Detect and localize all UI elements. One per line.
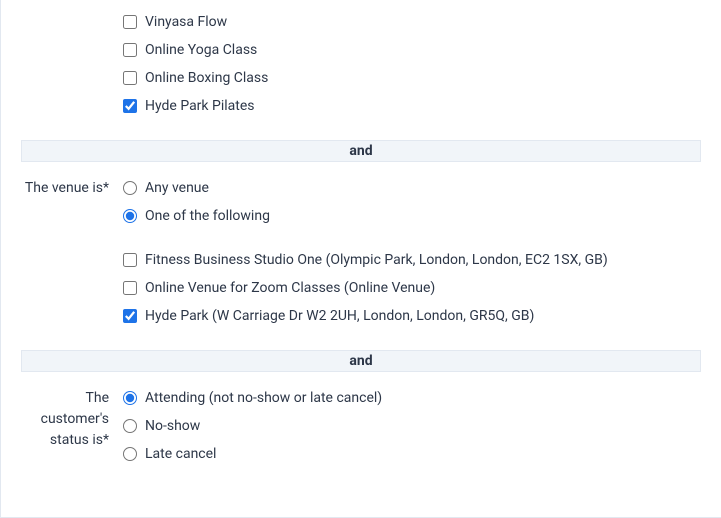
venue-radio-label[interactable]: Any venue [145,178,209,198]
status-content: Attending (not no-show or late cancel) N… [123,384,701,468]
class-type-options: Vinyasa Flow Online Yoga Class Online Bo… [123,8,701,120]
status-radio-label[interactable]: Attending (not no-show or late cancel) [145,388,382,408]
class-option-label[interactable]: Hyde Park Pilates [145,96,254,116]
venue-radio-any[interactable] [123,181,137,195]
class-option-label[interactable]: Online Boxing Class [145,68,268,88]
venue-content: Any venue One of the following Fitness B… [123,174,701,330]
status-label: The customer's status is* [21,384,123,451]
class-option-row: Online Yoga Class [123,36,701,64]
venue-option-label[interactable]: Hyde Park (W Carriage Dr W2 2UH, London,… [145,306,534,326]
venue-radio-row: One of the following [123,202,701,230]
status-radio-late-cancel[interactable] [123,447,137,461]
class-option-checkbox[interactable] [123,71,137,85]
venue-section: The venue is* Any venue One of the follo… [21,166,701,346]
venue-radio-label[interactable]: One of the following [145,206,270,226]
class-option-label[interactable]: Vinyasa Flow [145,12,227,32]
status-radio-attending[interactable] [123,391,137,405]
class-option-checkbox[interactable] [123,15,137,29]
class-option-row: Online Boxing Class [123,64,701,92]
class-type-section: Vinyasa Flow Online Yoga Class Online Bo… [21,0,701,136]
venue-option-checkbox[interactable] [123,281,137,295]
status-radio-row: Late cancel [123,440,701,468]
venue-option-row: Online Venue for Zoom Classes (Online Ve… [123,274,701,302]
status-radio-no-show[interactable] [123,419,137,433]
separator-and: and [21,350,701,372]
venue-radio-row: Any venue [123,174,701,202]
class-option-label[interactable]: Online Yoga Class [145,40,257,60]
venue-option-label[interactable]: Fitness Business Studio One (Olympic Par… [145,250,608,270]
status-radio-row: Attending (not no-show or late cancel) [123,384,701,412]
class-option-row: Vinyasa Flow [123,8,701,36]
status-radio-label[interactable]: No-show [145,416,200,436]
separator-and: and [21,140,701,162]
venue-option-checkbox[interactable] [123,309,137,323]
status-radio-label[interactable]: Late cancel [145,444,216,464]
venue-radio-one-of[interactable] [123,209,137,223]
venue-option-label[interactable]: Online Venue for Zoom Classes (Online Ve… [145,278,435,298]
status-section: The customer's status is* Attending (not… [21,376,701,484]
class-type-label [21,8,123,12]
class-option-row: Hyde Park Pilates [123,92,701,120]
class-option-checkbox[interactable] [123,99,137,113]
class-option-checkbox[interactable] [123,43,137,57]
venue-option-row: Fitness Business Studio One (Olympic Par… [123,246,701,274]
venue-option-checkbox[interactable] [123,253,137,267]
status-radio-row: No-show [123,412,701,440]
venue-label: The venue is* [21,174,123,199]
venue-option-row: Hyde Park (W Carriage Dr W2 2UH, London,… [123,302,701,330]
